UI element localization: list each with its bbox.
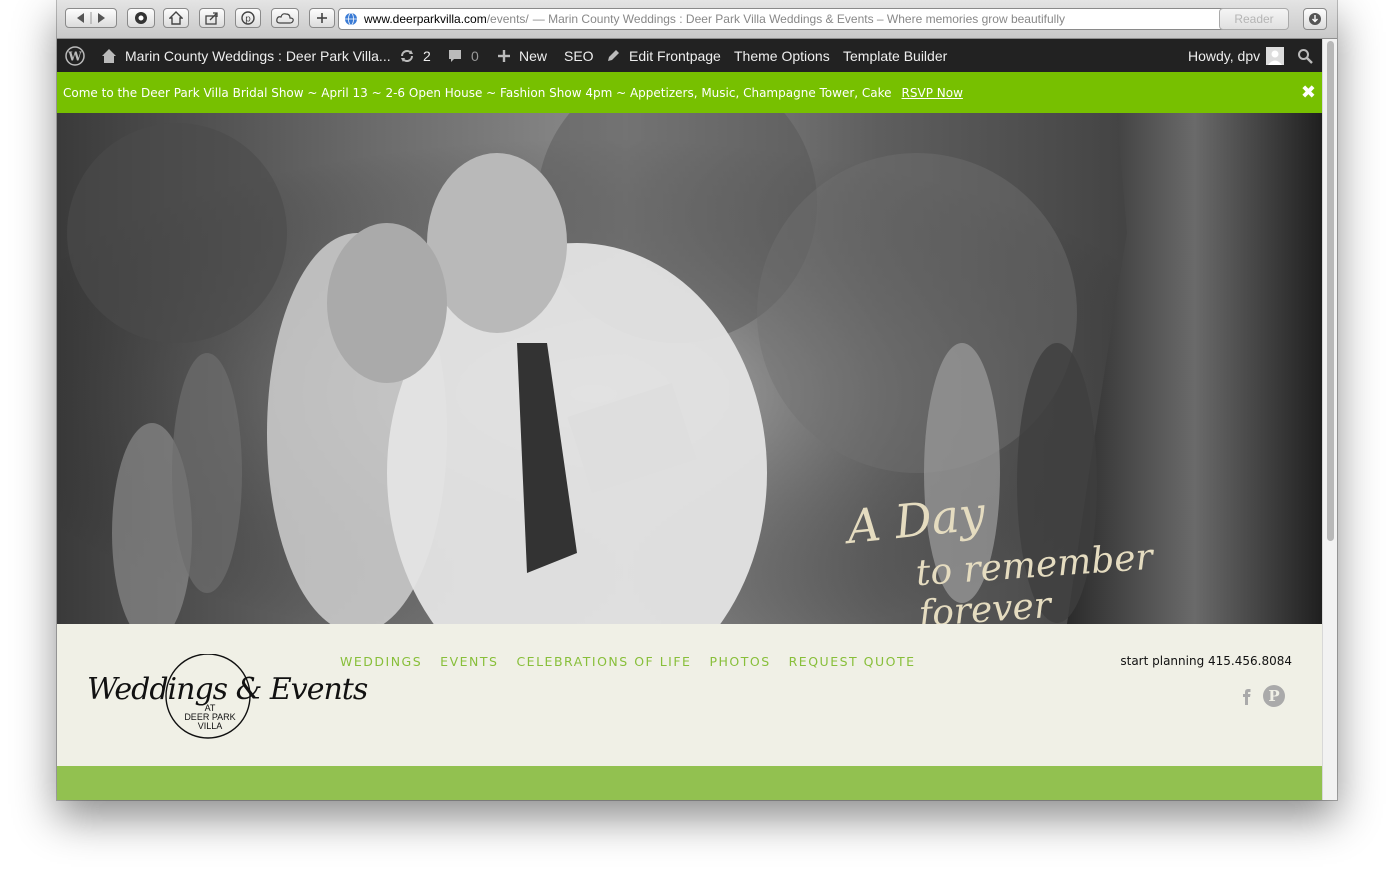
close-icon[interactable]: ✖ xyxy=(1301,82,1316,103)
logo-subtext: AT DEER PARK VILLA xyxy=(173,704,247,731)
nav-request-quote[interactable]: REQUEST QUOTE xyxy=(789,654,916,669)
pencil-icon xyxy=(608,49,619,61)
wp-admin-bar: W Marin County Weddings : Deer Park Vill… xyxy=(57,39,1322,72)
globe-icon xyxy=(345,12,357,26)
comments-count: 0 xyxy=(471,47,479,64)
search-icon xyxy=(1298,48,1313,64)
theme-options-label: Theme Options xyxy=(734,47,830,64)
reader-button[interactable]: Reader xyxy=(1219,8,1289,30)
nav-celebrations-of-life[interactable]: CELEBRATIONS OF LIFE xyxy=(516,654,691,669)
page-viewport: W Marin County Weddings : Deer Park Vill… xyxy=(57,39,1322,800)
svg-text:p: p xyxy=(245,15,251,25)
site-name-menu[interactable]: Marin County Weddings : Deer Park Villa.… xyxy=(101,39,391,72)
seo-label: SEO xyxy=(564,47,594,64)
nav-weddings[interactable]: WEDDINGS xyxy=(340,654,422,669)
pinterest-button[interactable]: p xyxy=(235,8,261,28)
pinterest-icon[interactable]: P xyxy=(1262,684,1286,708)
url-path: /events/ xyxy=(486,12,529,26)
admin-search[interactable] xyxy=(1297,39,1321,72)
svg-text:P: P xyxy=(1268,687,1279,705)
home-button[interactable] xyxy=(163,8,189,28)
template-builder-menu[interactable]: Template Builder xyxy=(843,39,947,72)
back-forward-buttons[interactable] xyxy=(65,8,117,28)
nav-events[interactable]: EVENTS xyxy=(440,654,498,669)
phone-number[interactable]: start planning 415.456.8084 xyxy=(1120,654,1292,668)
comments-menu[interactable]: 0 xyxy=(447,39,479,72)
wordpress-menu[interactable]: W xyxy=(65,39,93,72)
theme-options-menu[interactable]: Theme Options xyxy=(734,39,830,72)
cloud-button[interactable] xyxy=(271,8,299,28)
browser-toolbar: p www.deerparkvilla.com/events/— Marin C… xyxy=(57,0,1337,39)
url-page-title: — Marin County Weddings : Deer Park Vill… xyxy=(532,12,1065,26)
updates-count: 2 xyxy=(423,47,431,64)
shield-button[interactable] xyxy=(127,8,155,28)
site-header: Weddings & Events AT DEER PARK VILLA WED… xyxy=(57,624,1322,766)
site-name: Marin County Weddings : Deer Park Villa.… xyxy=(125,47,391,64)
main-nav: WEDDINGS EVENTS CELEBRATIONS OF LIFE PHO… xyxy=(340,654,916,669)
logo-script: Weddings & Events xyxy=(87,672,368,707)
my-account-menu[interactable]: Howdy, dpv xyxy=(1188,39,1285,72)
shield-icon xyxy=(135,12,147,24)
scrollbar-thumb[interactable] xyxy=(1327,41,1334,541)
comment-icon xyxy=(449,49,461,62)
updates-menu[interactable]: 2 xyxy=(399,39,431,72)
plus-icon xyxy=(317,13,327,23)
nav-photos[interactable]: PHOTOS xyxy=(709,654,770,669)
address-bar[interactable]: www.deerparkvilla.com/events/— Marin Cou… xyxy=(338,8,1244,30)
share-button[interactable] xyxy=(199,8,225,28)
download-button[interactable] xyxy=(1303,8,1327,30)
url-domain: www.deerparkvilla.com xyxy=(364,12,487,26)
edit-frontpage-menu[interactable]: Edit Frontpage xyxy=(605,39,721,72)
hero-tagline-line2: to remember forever xyxy=(914,536,1155,624)
footer-band xyxy=(57,766,1322,800)
home-icon xyxy=(169,11,183,25)
cloud-icon xyxy=(276,13,294,24)
vertical-scrollbar[interactable] xyxy=(1322,39,1337,800)
hero-image: A Day to remember forever xyxy=(57,113,1322,624)
new-tab-button[interactable] xyxy=(309,8,335,28)
download-icon xyxy=(1309,13,1321,25)
notice-text: Come to the Deer Park Villa Bridal Show … xyxy=(63,85,892,100)
svg-text:W: W xyxy=(67,49,82,63)
edit-frontpage-label: Edit Frontpage xyxy=(629,47,721,64)
plus-icon xyxy=(498,49,510,62)
logo-subtext-line: VILLA xyxy=(197,721,223,731)
home-icon xyxy=(102,48,116,63)
howdy-label: Howdy, dpv xyxy=(1188,47,1261,64)
back-icon[interactable] xyxy=(67,11,115,25)
new-label: New xyxy=(519,47,548,64)
avatar xyxy=(1266,46,1285,65)
new-content-menu[interactable]: New xyxy=(497,39,547,72)
facebook-icon[interactable] xyxy=(1240,686,1252,706)
rsvp-link[interactable]: RSVP Now xyxy=(902,86,963,100)
bridal-show-notice: Come to the Deer Park Villa Bridal Show … xyxy=(57,72,1322,113)
site-logo[interactable]: Weddings & Events AT DEER PARK VILLA xyxy=(87,654,368,744)
updates-icon xyxy=(401,49,413,62)
browser-window: p www.deerparkvilla.com/events/— Marin C… xyxy=(57,0,1337,800)
pinterest-icon: p xyxy=(241,11,255,25)
seo-menu[interactable]: SEO xyxy=(564,39,594,72)
template-builder-label: Template Builder xyxy=(843,47,948,64)
wordpress-icon: W xyxy=(65,45,85,66)
share-icon xyxy=(205,12,218,25)
social-links: P xyxy=(1240,684,1286,708)
hero-tagline-line1: A Day xyxy=(844,485,988,555)
hero-tagline: A Day to remember forever xyxy=(845,486,1267,624)
